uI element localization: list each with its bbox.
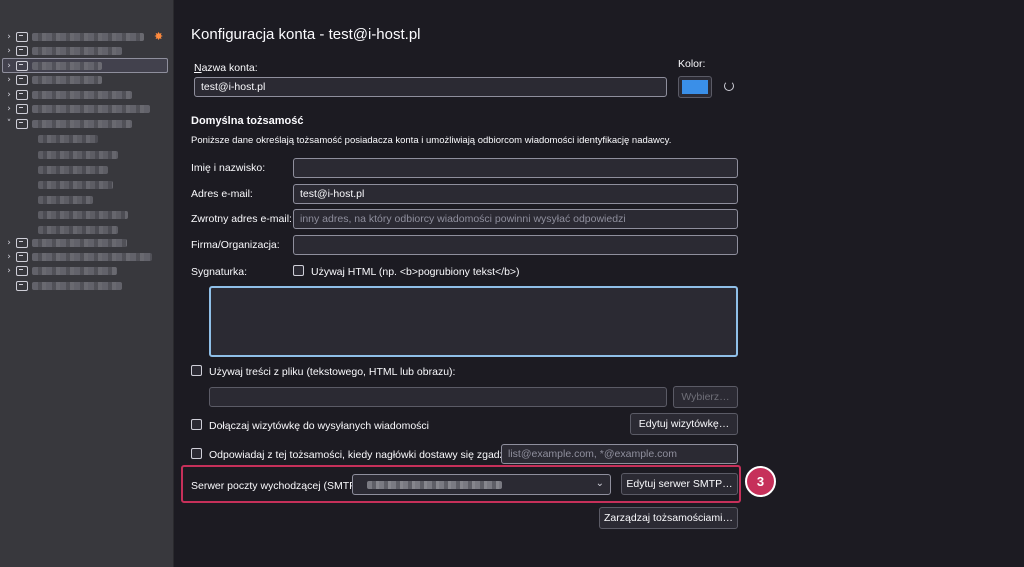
identity-description: Poniższe dane określają tożsamość posiad… (191, 135, 672, 146)
reset-color-icon[interactable] (724, 81, 734, 91)
account-row[interactable]: ˅ (4, 117, 132, 131)
redacted-account-name (32, 120, 132, 128)
redacted-account-name (32, 76, 102, 84)
mail-account-icon (16, 32, 28, 42)
account-row[interactable]: › (4, 88, 132, 102)
email-input[interactable]: test@i-host.pl (293, 184, 738, 204)
edit-vcard-button[interactable]: Edytuj wizytówkę… (630, 413, 738, 435)
redacted-folder[interactable] (38, 135, 98, 143)
chevron-right-icon[interactable]: › (4, 238, 14, 248)
mail-account-icon (16, 90, 28, 100)
mail-account-icon (16, 61, 28, 71)
smtp-label: Serwer poczty wychodzącej (SMTP): (191, 480, 363, 492)
chevron-right-icon[interactable]: › (4, 46, 14, 56)
color-picker-button[interactable] (678, 76, 712, 98)
feed-account-icon (16, 281, 28, 291)
reply-from-label: Odpowiadaj z tej tożsamości, kiedy nagłó… (209, 449, 522, 461)
redacted-account-name (32, 239, 127, 247)
chevron-right-icon[interactable]: › (4, 61, 14, 71)
chevron-right-icon[interactable]: › (4, 252, 14, 262)
account-row[interactable]: › (4, 73, 102, 87)
account-row[interactable]: › (4, 59, 102, 73)
use-file-checkbox[interactable] (191, 365, 202, 376)
redacted-account-name (32, 282, 122, 290)
account-row[interactable]: › (4, 250, 152, 264)
mail-account-icon (16, 104, 28, 114)
smtp-server-select[interactable]: ⌄ (352, 474, 611, 495)
mail-account-icon (16, 252, 28, 262)
chevron-down-icon: ⌄ (595, 478, 604, 489)
redacted-account-name (32, 253, 152, 261)
chevron-right-icon[interactable]: › (4, 75, 14, 85)
redacted-account-name (32, 62, 102, 70)
use-file-label: Używaj treści z pliku (tekstowego, HTML … (209, 366, 456, 378)
manage-identities-button[interactable]: Zarządzaj tożsamościami… (599, 507, 738, 529)
mail-account-icon (16, 238, 28, 248)
redacted-account-name (32, 267, 117, 275)
mail-account-icon (16, 46, 28, 56)
redacted-account-name (32, 33, 144, 41)
account-row[interactable]: › (4, 236, 127, 250)
edit-smtp-button[interactable]: Edytuj serwer SMTP… (621, 473, 738, 495)
folder-sidebar: › ✸ › › › › › ˅ › › › (0, 0, 174, 567)
fullname-input[interactable] (293, 158, 738, 178)
chevron-right-icon[interactable]: › (4, 32, 14, 42)
account-name-input[interactable]: test@i-host.pl (194, 77, 667, 97)
redacted-folder[interactable] (38, 181, 113, 189)
account-name-label: Nazwa konta: (194, 62, 258, 74)
signature-textarea[interactable] (209, 286, 738, 357)
folder-icon (16, 266, 28, 276)
account-row[interactable]: › (4, 264, 117, 278)
attach-vcard-label: Dołączaj wizytówkę do wysyłanych wiadomo… (209, 420, 429, 432)
redacted-account-name (32, 91, 132, 99)
reply-to-input[interactable]: inny adres, na który odbiorcy wiadomości… (293, 209, 738, 229)
page-title: Konfiguracja konta - test@i-host.pl (191, 26, 421, 43)
reply-to-label: Zwrotny adres e-mail: (191, 213, 292, 225)
color-swatch (682, 80, 708, 94)
redacted-folder[interactable] (38, 211, 128, 219)
redacted-account-name (32, 47, 122, 55)
chevron-right-icon[interactable]: › (4, 266, 14, 276)
star-icon: ✸ (154, 30, 164, 43)
color-label: Kolor: (678, 58, 706, 70)
use-html-label: Używaj HTML (np. <b>pogrubiony tekst</b>… (311, 266, 520, 278)
account-row[interactable] (4, 279, 122, 293)
mail-account-icon (16, 119, 28, 129)
mail-account-icon (16, 75, 28, 85)
attach-vcard-checkbox[interactable] (191, 419, 202, 430)
identity-heading: Domyślna tożsamość (191, 115, 304, 127)
choose-file-button[interactable]: Wybierz… (673, 386, 738, 408)
redacted-smtp-server (367, 481, 502, 489)
redacted-account-name (32, 105, 150, 113)
account-row[interactable]: › (4, 30, 144, 44)
organization-input[interactable] (293, 235, 738, 255)
chevron-down-icon[interactable]: ˅ (4, 119, 14, 129)
account-row[interactable]: › (4, 44, 122, 58)
use-html-checkbox[interactable] (293, 265, 304, 276)
redacted-folder[interactable] (38, 151, 118, 159)
organization-label: Firma/Organizacja: (191, 239, 280, 251)
chevron-right-icon[interactable]: › (4, 90, 14, 100)
signature-file-input (209, 387, 667, 407)
chevron-right-icon[interactable]: › (4, 104, 14, 114)
redacted-folder[interactable] (38, 166, 108, 174)
reply-from-input[interactable]: list@example.com, *@example.com (501, 444, 738, 464)
redacted-folder[interactable] (38, 226, 118, 234)
fullname-label: Imię i nazwisko: (191, 162, 266, 174)
account-settings-pane: Konfiguracja konta - test@i-host.pl Nazw… (174, 0, 1024, 567)
step-badge: 3 (745, 466, 776, 497)
reply-from-checkbox[interactable] (191, 448, 202, 459)
account-row[interactable]: › (4, 102, 150, 116)
redacted-folder[interactable] (38, 196, 93, 204)
signature-label: Sygnaturka: (191, 266, 248, 278)
email-label: Adres e-mail: (191, 188, 253, 200)
